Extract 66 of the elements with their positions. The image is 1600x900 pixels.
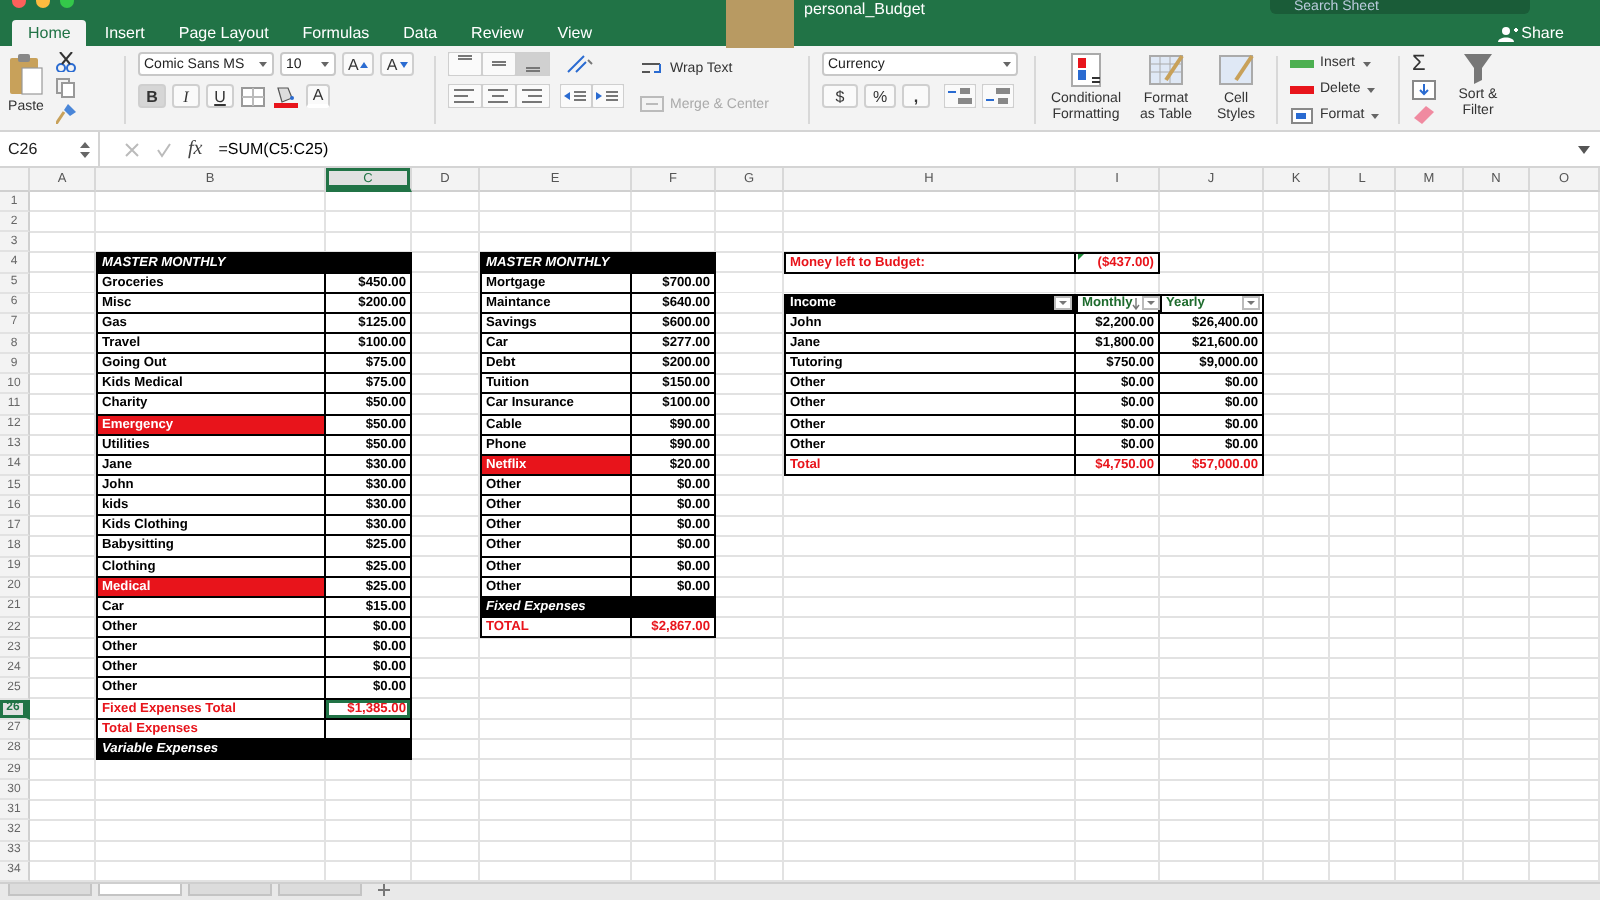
increase-indent-icon[interactable] [592, 84, 624, 108]
sort-descending-icon [1132, 297, 1141, 310]
filter-button[interactable] [1054, 296, 1072, 311]
person-add-icon [1497, 25, 1518, 41]
table-style-icon [1218, 52, 1254, 88]
increase-decimal-icon[interactable] [944, 84, 976, 108]
caret-icon[interactable] [1578, 145, 1590, 153]
function-button[interactable]: fx [188, 138, 203, 160]
ribbon-tab[interactable]: Page Layout [162, 20, 285, 46]
table-style-icon [1148, 52, 1184, 88]
font-color-button[interactable]: A [306, 84, 330, 108]
row-icon [1290, 107, 1314, 123]
decrease-font-button[interactable]: A [380, 52, 414, 76]
down-triangle-icon [399, 61, 408, 67]
window-title: personal_Budget [804, 0, 925, 18]
ribbon-tab[interactable]: View [541, 20, 608, 46]
caret-icon [1361, 59, 1372, 67]
align-icon[interactable] [482, 84, 516, 108]
ribbon-tab[interactable]: Review [455, 20, 540, 46]
stepper-icon [80, 141, 90, 157]
align-icon[interactable] [448, 52, 482, 76]
increase-font-button[interactable]: A [342, 52, 375, 76]
ribbon-tab[interactable]: Formulas [286, 20, 386, 46]
cell-reference: C26 [8, 140, 38, 158]
formula-text: =SUM(C5:C25) [218, 140, 331, 158]
autosum-button[interactable]: Σ [1412, 52, 1436, 76]
comma-button[interactable]: , [902, 84, 930, 108]
decrease-indent-icon[interactable] [560, 84, 592, 108]
italic-button[interactable]: I [172, 84, 200, 108]
bold-button[interactable]: B [138, 84, 166, 108]
merge-icon [640, 96, 664, 112]
fill-down-icon[interactable] [1412, 80, 1436, 100]
percent-button[interactable]: % [864, 84, 896, 108]
caret-icon [1002, 60, 1012, 68]
currency-button[interactable]: $ [822, 84, 858, 108]
add-sheet-icon[interactable] [376, 883, 392, 896]
fill-color-icon[interactable] [272, 84, 300, 108]
caret-icon [1366, 85, 1377, 93]
borders-icon[interactable] [240, 85, 266, 107]
wrap-text-icon [640, 60, 664, 76]
up-triangle-icon [360, 61, 369, 67]
clipboard-icon [8, 52, 44, 96]
eraser-icon[interactable] [1412, 104, 1436, 124]
ribbon-tab[interactable]: Data [387, 20, 454, 46]
align-icon[interactable] [482, 52, 516, 76]
share-button[interactable]: Share [1497, 20, 1564, 46]
scissors-icon[interactable] [56, 52, 76, 72]
caret-icon [1370, 111, 1381, 119]
check-icon[interactable] [156, 141, 172, 157]
caret-icon [258, 60, 268, 68]
ribbon-tab[interactable]: Home [12, 20, 87, 46]
decrease-decimal-icon[interactable] [982, 84, 1014, 108]
photo-placeholder [726, 0, 794, 48]
ribbon-tab[interactable]: Insert [88, 20, 161, 46]
caret-icon [320, 60, 330, 68]
name-box[interactable]: C26 [0, 132, 100, 166]
row-icon [1290, 55, 1314, 71]
brush-icon[interactable] [56, 104, 76, 124]
align-icon[interactable] [516, 52, 550, 76]
underline-button[interactable]: U [206, 84, 234, 108]
row-icon [1290, 81, 1314, 97]
filter-button[interactable] [1142, 296, 1161, 311]
table-style-icon [1068, 52, 1104, 88]
funnel-icon [1460, 52, 1496, 84]
align-icon[interactable] [516, 84, 550, 108]
align-icon[interactable] [448, 84, 482, 108]
